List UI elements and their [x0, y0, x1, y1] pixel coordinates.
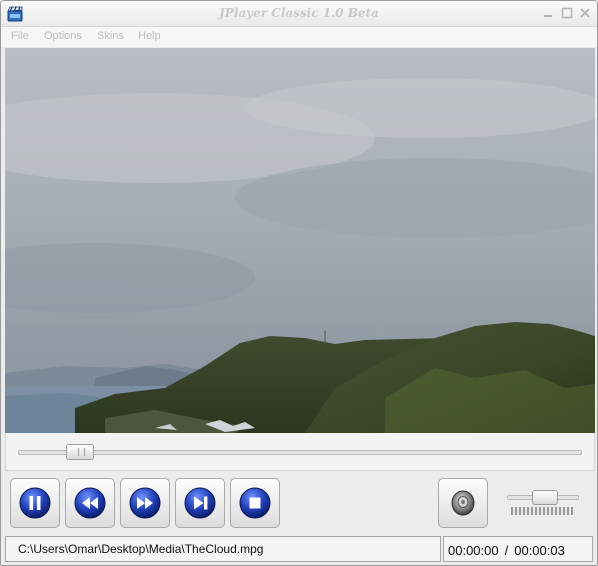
current-time: 00:00:00 [448, 543, 499, 558]
menu-skins[interactable]: Skins [97, 30, 124, 42]
menu-file[interactable]: File [11, 30, 29, 42]
fast-forward-button[interactable] [120, 478, 170, 528]
volume-slider-thumb[interactable] [532, 490, 559, 505]
status-bar: C:\Users\Omar\Desktop\Media\TheCloud.mpg… [1, 533, 597, 565]
stop-button[interactable] [230, 478, 280, 528]
video-display[interactable] [5, 48, 595, 433]
rewind-button[interactable] [65, 478, 115, 528]
rewind-icon [74, 487, 106, 519]
video-frame [5, 48, 595, 433]
stop-icon [239, 487, 271, 519]
total-time: 00:00:03 [514, 543, 565, 558]
transport-controls [1, 471, 597, 533]
file-path-display: C:\Users\Omar\Desktop\Media\TheCloud.mpg [5, 536, 441, 562]
time-separator: / [504, 543, 509, 558]
skip-next-icon [184, 487, 216, 519]
menu-help[interactable]: Help [138, 30, 161, 42]
menu-options[interactable]: Options [44, 30, 82, 42]
pause-button[interactable] [10, 478, 60, 528]
seek-slider-thumb[interactable] [66, 444, 95, 460]
close-icon[interactable] [578, 6, 592, 20]
title-bar[interactable]: JPlayer Classic 1.0 Beta [1, 1, 597, 27]
volume-tick-marks [511, 507, 573, 515]
window-title: JPlayer Classic 1.0 Beta [219, 6, 379, 20]
maximize-icon[interactable] [560, 6, 574, 20]
fast-forward-icon [129, 487, 161, 519]
menu-bar: File Options Skins Help [1, 27, 597, 47]
speaker-icon [451, 490, 475, 516]
seek-track[interactable] [18, 450, 582, 455]
minimize-icon[interactable] [541, 6, 555, 20]
pause-icon [19, 487, 51, 519]
next-track-button[interactable] [175, 478, 225, 528]
player-window: JPlayer Classic 1.0 Beta File Options Sk… [0, 0, 598, 566]
time-display: 00:00:00 / 00:00:03 [443, 536, 593, 562]
seek-panel [5, 433, 595, 471]
mute-button[interactable] [438, 478, 488, 528]
